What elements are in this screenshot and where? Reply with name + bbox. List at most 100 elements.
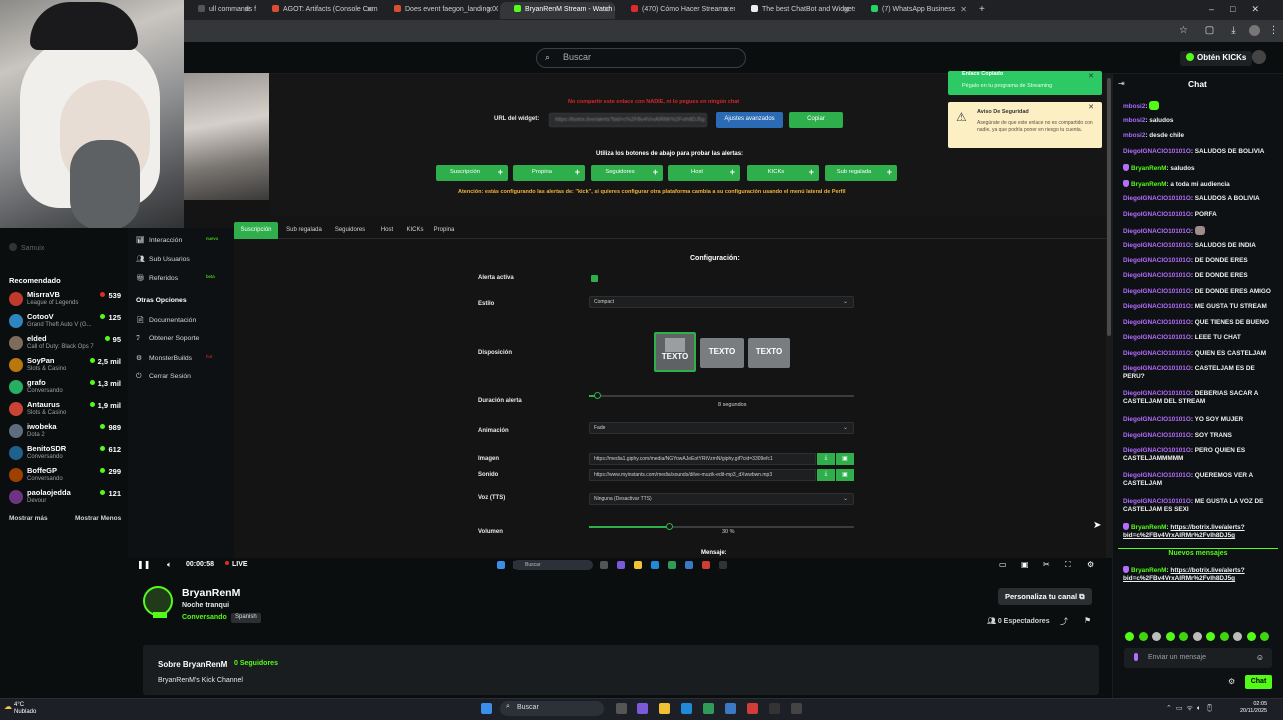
recommended-channel[interactable]: BenitoSDR Conversando 612 xyxy=(9,444,121,466)
browser-tab[interactable]: BryanRenM Stream - Watch Liv ✕ xyxy=(500,2,615,19)
copilot-icon[interactable] xyxy=(637,703,648,714)
show-more-link[interactable]: Mostrar más xyxy=(9,515,48,522)
user-avatar[interactable] xyxy=(1252,50,1266,64)
close-tab-icon[interactable]: ✕ xyxy=(486,5,493,14)
settings-gear-icon[interactable]: ⚙ xyxy=(1087,560,1094,569)
new-tab-button[interactable]: + xyxy=(975,2,991,19)
recommended-channel[interactable]: iwobeka Dota 2 989 xyxy=(9,422,121,444)
share-icon[interactable]: ⤴ xyxy=(1060,616,1068,627)
collapse-chat-icon[interactable]: ⇥ xyxy=(1118,79,1125,88)
stream-category[interactable]: Conversando xyxy=(182,614,227,621)
chat-username[interactable]: DiegoIGNACIO10101O xyxy=(1123,303,1191,310)
chat-username[interactable]: mbosi2 xyxy=(1123,132,1145,139)
chat-username[interactable]: DiegoIGNACIO10101O xyxy=(1123,319,1191,326)
chat-settings-gear-icon[interactable]: ⚙ xyxy=(1228,677,1235,686)
layout-option-inline[interactable]: TEXTO xyxy=(700,338,744,368)
close-icon[interactable]: ✕ xyxy=(1088,103,1094,111)
chat-username[interactable]: DiegoIGNACIO10101O xyxy=(1123,390,1191,397)
emote-icon[interactable] xyxy=(1179,632,1188,641)
tab-propina[interactable]: Propina xyxy=(430,222,458,239)
bookmark-star-icon[interactable]: ☆ xyxy=(1178,25,1189,36)
image-url-input[interactable]: https://media1.giphy.com/media/NGYowAJeE… xyxy=(589,453,816,465)
emote-icon[interactable] xyxy=(1260,632,1269,641)
close-tab-icon[interactable]: ✕ xyxy=(843,5,850,14)
emote-icon[interactable] xyxy=(1246,632,1256,641)
obs-icon[interactable] xyxy=(769,703,780,714)
emote-icon[interactable] xyxy=(1219,632,1229,641)
new-messages-divider[interactable]: Nuevos mensajes xyxy=(1118,548,1278,558)
test-alert-button[interactable]: Host + xyxy=(668,165,740,181)
downloads-icon[interactable]: ⤓ xyxy=(1228,25,1239,36)
chat-username[interactable]: DiegoIGNACIO10101O xyxy=(1123,272,1191,279)
store-icon[interactable] xyxy=(703,703,714,714)
chat-username[interactable]: DiegoIGNACIO10101O xyxy=(1123,334,1191,341)
browser-tab[interactable]: The best ChatBot and Widgets ✕ xyxy=(737,2,855,19)
emote-icon[interactable] xyxy=(1125,632,1134,641)
test-alert-button[interactable]: Suscripción + xyxy=(436,165,508,181)
advanced-settings-button[interactable]: Ajustes avanzados xyxy=(716,112,783,128)
app-icon[interactable] xyxy=(791,703,802,714)
outlook-icon[interactable] xyxy=(725,703,736,714)
tts-select[interactable]: Ninguna (Desactivar TTS) ⌄ xyxy=(589,493,854,505)
volume-slider-knob[interactable] xyxy=(665,523,673,530)
window-controls[interactable]: –□✕ xyxy=(1209,4,1275,15)
emote-icon[interactable] xyxy=(1152,632,1161,641)
close-tab-icon[interactable]: ✕ xyxy=(603,5,610,14)
browser-tab[interactable]: (470) Cómo Hacer Streams en ✕ xyxy=(617,2,735,19)
dashboard-nav-item[interactable]: 📄︎ Documentación xyxy=(136,316,196,324)
chat-username[interactable]: DiegoIGNACIO10101O xyxy=(1123,228,1191,235)
close-icon[interactable]: ✕ xyxy=(1088,72,1094,80)
chat-username[interactable]: DiegoIGNACIO10101O xyxy=(1123,257,1191,264)
recommended-channel[interactable]: CotooV Grand Theft Auto V (G... 125 xyxy=(9,312,121,334)
test-alert-button[interactable]: KICKs + xyxy=(747,165,819,181)
recommended-channel[interactable]: elded Call of Duty: Black Ops 7 95 xyxy=(9,334,121,356)
chat-username[interactable]: DiegoIGNACIO10101O xyxy=(1123,447,1191,454)
gallery-image-button[interactable]: ▣ xyxy=(836,453,854,465)
dashboard-nav-item[interactable]: 🎁︎ Referidos beta xyxy=(136,274,215,282)
chrome-icon[interactable] xyxy=(747,703,758,714)
emote-icon[interactable] xyxy=(1138,632,1148,641)
emote-icon[interactable] xyxy=(1192,632,1202,641)
dashboard-nav-item[interactable]: 📊︎ Interacción nuevo xyxy=(136,236,218,244)
theater-mode-icon[interactable]: ▭ xyxy=(999,560,1007,569)
chat-username[interactable]: BryanRenM xyxy=(1131,165,1167,172)
tab-suscripcin[interactable]: Suscripción xyxy=(234,222,278,239)
browser-tab[interactable]: ull commands for Cl✕ xyxy=(184,2,256,19)
chat-username[interactable]: mbosi2 xyxy=(1123,117,1145,124)
system-tray[interactable]: ⌃▭ᯤ🔈︎🔋︎ xyxy=(1166,704,1218,713)
chat-username[interactable]: DiegoIGNACIO10101O xyxy=(1123,288,1191,295)
emote-icon[interactable] xyxy=(1233,632,1242,641)
browser-tab[interactable]: Does event faegon_landing.007 ✕ xyxy=(380,2,498,19)
duration-slider-knob[interactable] xyxy=(593,392,601,399)
chat-username[interactable]: DiegoIGNACIO10101O xyxy=(1123,365,1191,372)
dashboard-nav-item[interactable]: ❔︎ Obtener Soporte xyxy=(136,335,199,343)
search-input[interactable]: ⌕ Buscar xyxy=(536,48,746,68)
tab-subregalada[interactable]: Sub regalada xyxy=(282,222,326,239)
recommended-channel[interactable]: MisrraVB League of Legends 539 xyxy=(9,290,121,312)
layout-option-stacked[interactable]: TEXTO xyxy=(654,332,696,372)
chat-username[interactable]: DiegoIGNACIO10101O xyxy=(1123,148,1191,155)
customize-channel-button[interactable]: Personaliza tu canal ⧉ xyxy=(998,588,1092,605)
language-tag[interactable]: Spanish xyxy=(231,613,261,623)
pip-icon[interactable]: ▣ xyxy=(1021,560,1029,569)
channel-name[interactable]: BryanRenM xyxy=(182,587,240,599)
upload-sound-button[interactable]: ⤓ xyxy=(817,469,835,481)
dashboard-nav-item[interactable]: ⏻ Cerrar Sesión xyxy=(136,373,191,381)
extensions-icon[interactable]: ▢ xyxy=(1204,25,1215,36)
weather-widget[interactable]: ☁ 4°C Nublado xyxy=(4,702,36,716)
chat-username[interactable]: DiegoIGNACIO10101O xyxy=(1123,472,1191,479)
dashboard-nav-item[interactable]: ⚙ MonsterBuilds hot xyxy=(136,354,212,362)
test-alert-button[interactable]: Sub regalada + xyxy=(825,165,897,181)
tab-host[interactable]: Host xyxy=(374,222,400,239)
chat-username[interactable]: BryanRenM xyxy=(1131,567,1167,574)
chat-input[interactable]: Enviar un mensaje ☺ xyxy=(1124,648,1272,668)
volume-slider[interactable] xyxy=(589,523,854,530)
profile-avatar[interactable] xyxy=(1249,25,1260,36)
chat-username[interactable]: DiegoIGNACIO10101O xyxy=(1123,416,1191,423)
chat-username[interactable]: DiegoIGNACIO10101O xyxy=(1123,498,1191,505)
close-tab-icon[interactable]: ✕ xyxy=(960,5,967,14)
file-explorer-icon[interactable] xyxy=(659,703,670,714)
channel-avatar[interactable] xyxy=(143,586,173,618)
close-tab-icon[interactable]: ✕ xyxy=(366,5,373,14)
browser-tab[interactable]: AGOT: Artifacts (Console Comm ✕ xyxy=(258,2,378,19)
